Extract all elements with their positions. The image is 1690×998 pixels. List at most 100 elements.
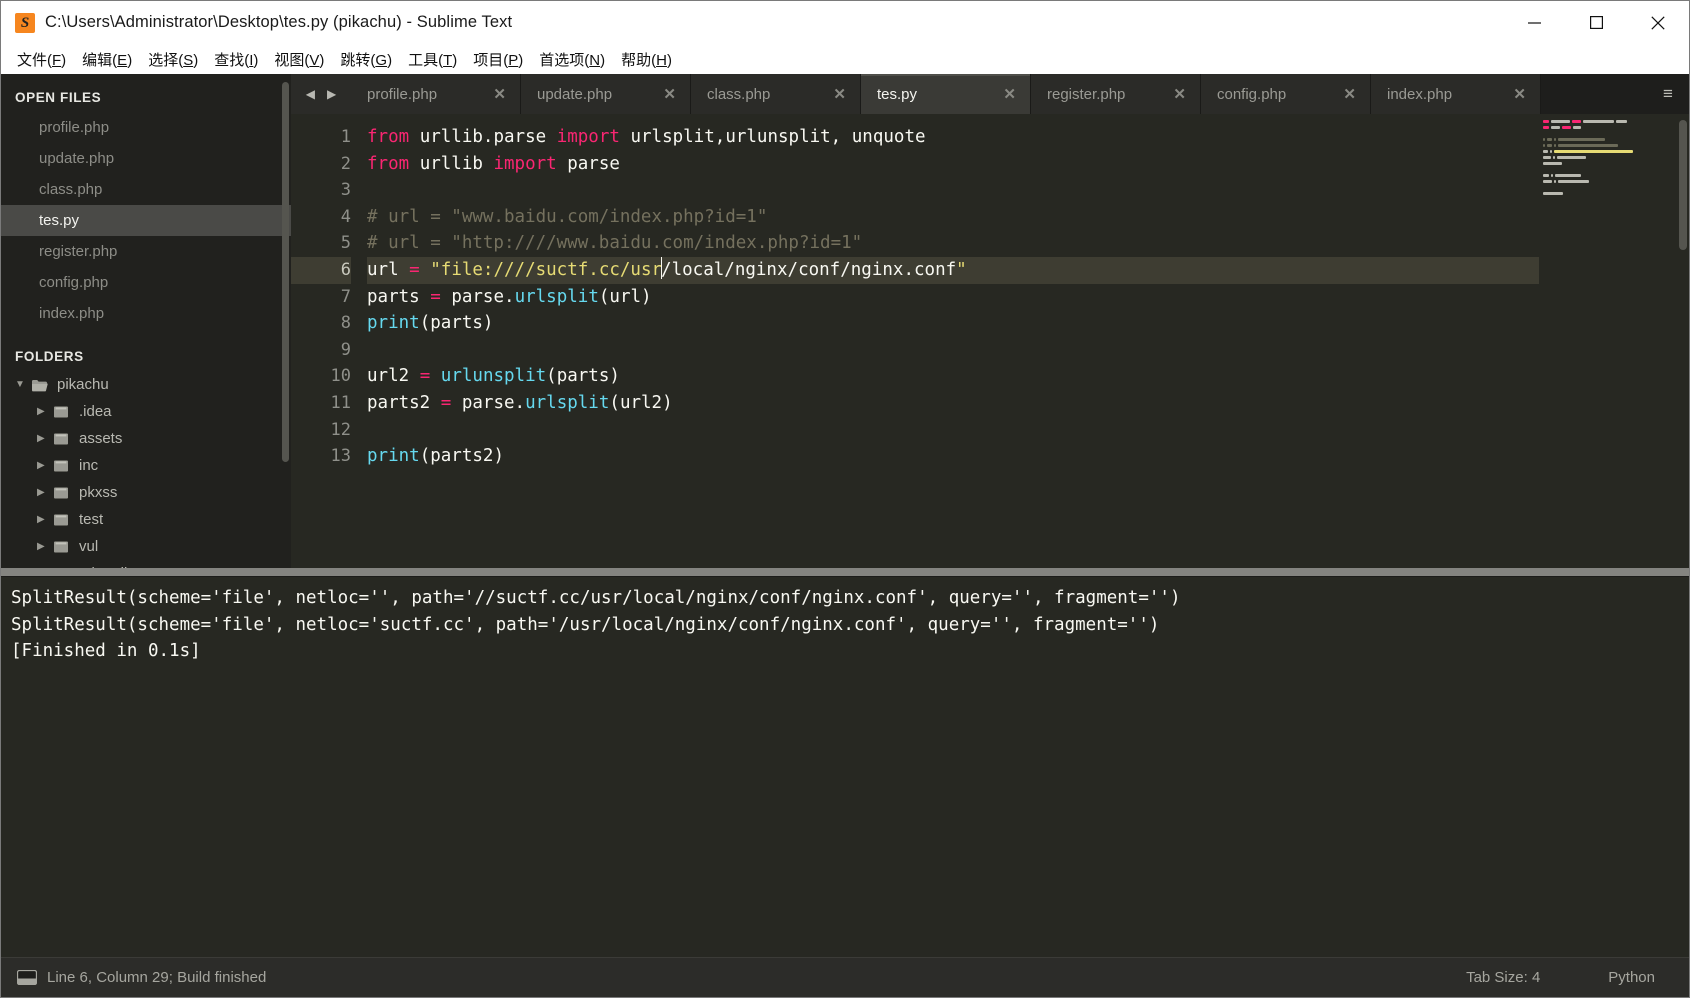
folder-tree-item[interactable]: .idea	[1, 398, 291, 425]
menu-item-10[interactable]: 帮助(H)	[613, 46, 680, 73]
tab-close-icon[interactable]: ✕	[663, 85, 676, 103]
menu-item-5[interactable]: 视图(V)	[266, 46, 332, 73]
folder-tree-item[interactable]: pikachu	[1, 371, 291, 398]
chevron-down-icon[interactable]	[15, 380, 31, 390]
menu-item-4[interactable]: 查找(I)	[206, 46, 266, 73]
minimap-line	[1543, 132, 1685, 136]
folder-icon	[53, 486, 75, 500]
code-line[interactable]: url2 = urlunsplit(parts)	[367, 363, 1539, 390]
panel-resize-handle[interactable]	[1, 568, 1689, 576]
open-file-item[interactable]: index.php	[1, 298, 291, 329]
tab-label: config.php	[1217, 85, 1287, 103]
open-file-item[interactable]: update.php	[1, 143, 291, 174]
code-line[interactable]	[367, 177, 1539, 204]
editor-tab[interactable]: config.php ✕	[1201, 74, 1371, 114]
editor-tab[interactable]: tes.py ✕	[861, 74, 1031, 114]
minimize-button[interactable]	[1503, 1, 1565, 44]
code-line[interactable]: print(parts2)	[367, 443, 1539, 470]
console-icon[interactable]	[17, 970, 37, 985]
folder-tree-item[interactable]: vul	[1, 533, 291, 560]
minimap-token	[1616, 120, 1627, 123]
tab-nav-arrows: ◀ ▶	[291, 74, 351, 114]
minimap-token	[1547, 138, 1552, 141]
editor-tab[interactable]: index.php ✕	[1371, 74, 1541, 114]
tree-item-label: .idea	[79, 403, 112, 420]
code-line[interactable]: parts = parse.urlsplit(url)	[367, 284, 1539, 311]
code-line[interactable]: url = "file:////suctf.cc/usr/local/nginx…	[367, 256, 1539, 284]
tab-prev-icon[interactable]: ◀	[306, 88, 315, 100]
folder-tree-item[interactable]: test	[1, 506, 291, 533]
line-number-gutter: 1 2 3 4 5 6 7 8 9 10 11 12 13	[291, 114, 363, 568]
open-file-item[interactable]: tes.py	[1, 205, 291, 236]
minimap-token	[1543, 150, 1548, 153]
minimap-token	[1558, 138, 1605, 141]
chevron-right-icon[interactable]	[37, 407, 53, 417]
open-file-item[interactable]: class.php	[1, 174, 291, 205]
code-line[interactable]	[367, 417, 1539, 444]
tab-close-icon[interactable]: ✕	[833, 85, 846, 103]
tab-next-icon[interactable]: ▶	[327, 88, 336, 100]
chevron-right-icon[interactable]	[37, 434, 53, 444]
menu-item-6[interactable]: 跳转(G)	[332, 46, 400, 73]
menu-bar: 文件(F) 编辑(E) 选择(S) 查找(I) 视图(V) 跳转(G) 工具(T) 项目(P)…	[1, 44, 1689, 74]
build-output-panel[interactable]: SplitResult(scheme='file', netloc='', pa…	[1, 576, 1689, 957]
close-button[interactable]	[1627, 1, 1689, 44]
tab-close-icon[interactable]: ✕	[1003, 85, 1016, 103]
folder-tree-item[interactable]: inc	[1, 452, 291, 479]
minimap-token	[1572, 120, 1581, 123]
folders-section: FOLDERS pikachu .idea assets inc pkxss test vu…	[1, 345, 291, 568]
chevron-right-icon[interactable]	[37, 542, 53, 552]
editor-tab[interactable]: class.php ✕	[691, 74, 861, 114]
tab-close-icon[interactable]: ✕	[1513, 85, 1526, 103]
code-line[interactable]: from urllib.parse import urlsplit,urluns…	[367, 124, 1539, 151]
editor-tab[interactable]: register.php ✕	[1031, 74, 1201, 114]
minimap-token	[1543, 192, 1563, 195]
code-content[interactable]: from urllib.parse import urlsplit,urluns…	[363, 114, 1539, 568]
minimap[interactable]	[1539, 114, 1689, 568]
code-line[interactable]: parts2 = parse.urlsplit(url2)	[367, 390, 1539, 417]
line-number: 10	[330, 366, 351, 387]
menu-item-2[interactable]: 编辑(E)	[74, 46, 140, 73]
tab-label: update.php	[537, 85, 613, 103]
minimap-token	[1554, 180, 1556, 183]
minimap-viewport[interactable]	[1679, 120, 1687, 250]
editor-pane: ◀ ▶ profile.php ✕ update.php ✕ class.php ✕ tes…	[291, 74, 1689, 568]
editor-tab[interactable]: profile.php ✕	[351, 74, 521, 114]
tab-size-indicator[interactable]: Tab Size: 4	[1432, 969, 1574, 986]
chevron-right-icon[interactable]	[37, 461, 53, 471]
open-file-item[interactable]: profile.php	[1, 112, 291, 143]
editor-tab[interactable]: update.php ✕	[521, 74, 691, 114]
open-file-item[interactable]: register.php	[1, 236, 291, 267]
code-line[interactable]: print(parts)	[367, 310, 1539, 337]
code-line[interactable]: # url = "www.baidu.com/index.php?id=1"	[367, 204, 1539, 231]
minimap-line	[1543, 192, 1685, 196]
folder-tree-item[interactable]: pkxss	[1, 479, 291, 506]
tab-overflow-menu-icon[interactable]: ≡	[1647, 74, 1689, 114]
minimap-token	[1543, 180, 1552, 183]
code-line[interactable]: from urllib import parse	[367, 151, 1539, 178]
tree-item-label: vul	[79, 538, 99, 555]
line-number: 9	[340, 339, 351, 360]
tab-close-icon[interactable]: ✕	[1343, 85, 1356, 103]
open-file-item[interactable]: config.php	[1, 267, 291, 298]
menu-item-7[interactable]: 工具(T)	[400, 46, 465, 73]
menu-item-8[interactable]: 项目(P)	[465, 46, 531, 73]
syntax-indicator[interactable]: Python	[1574, 969, 1689, 986]
maximize-button[interactable]	[1565, 1, 1627, 44]
line-number: 12	[330, 419, 351, 440]
code-line[interactable]	[367, 337, 1539, 364]
folders-header: FOLDERS	[15, 349, 84, 364]
minimap-token	[1543, 138, 1545, 141]
folder-tree-item[interactable]: assets	[1, 425, 291, 452]
tab-close-icon[interactable]: ✕	[1173, 85, 1186, 103]
chevron-right-icon[interactable]	[37, 488, 53, 498]
code-line[interactable]: # url = "http:////www.baidu.com/index.ph…	[367, 230, 1539, 257]
menu-item-3[interactable]: 选择(S)	[140, 46, 206, 73]
folder-icon	[53, 540, 75, 554]
chevron-right-icon[interactable]	[37, 515, 53, 525]
sidebar-scrollbar[interactable]	[282, 82, 289, 462]
file-tree-item[interactable]: .gitattributes	[1, 560, 291, 568]
tab-close-icon[interactable]: ✕	[493, 85, 506, 103]
menu-item-1[interactable]: 文件(F)	[9, 46, 74, 73]
menu-item-9[interactable]: 首选项(N)	[531, 46, 613, 73]
